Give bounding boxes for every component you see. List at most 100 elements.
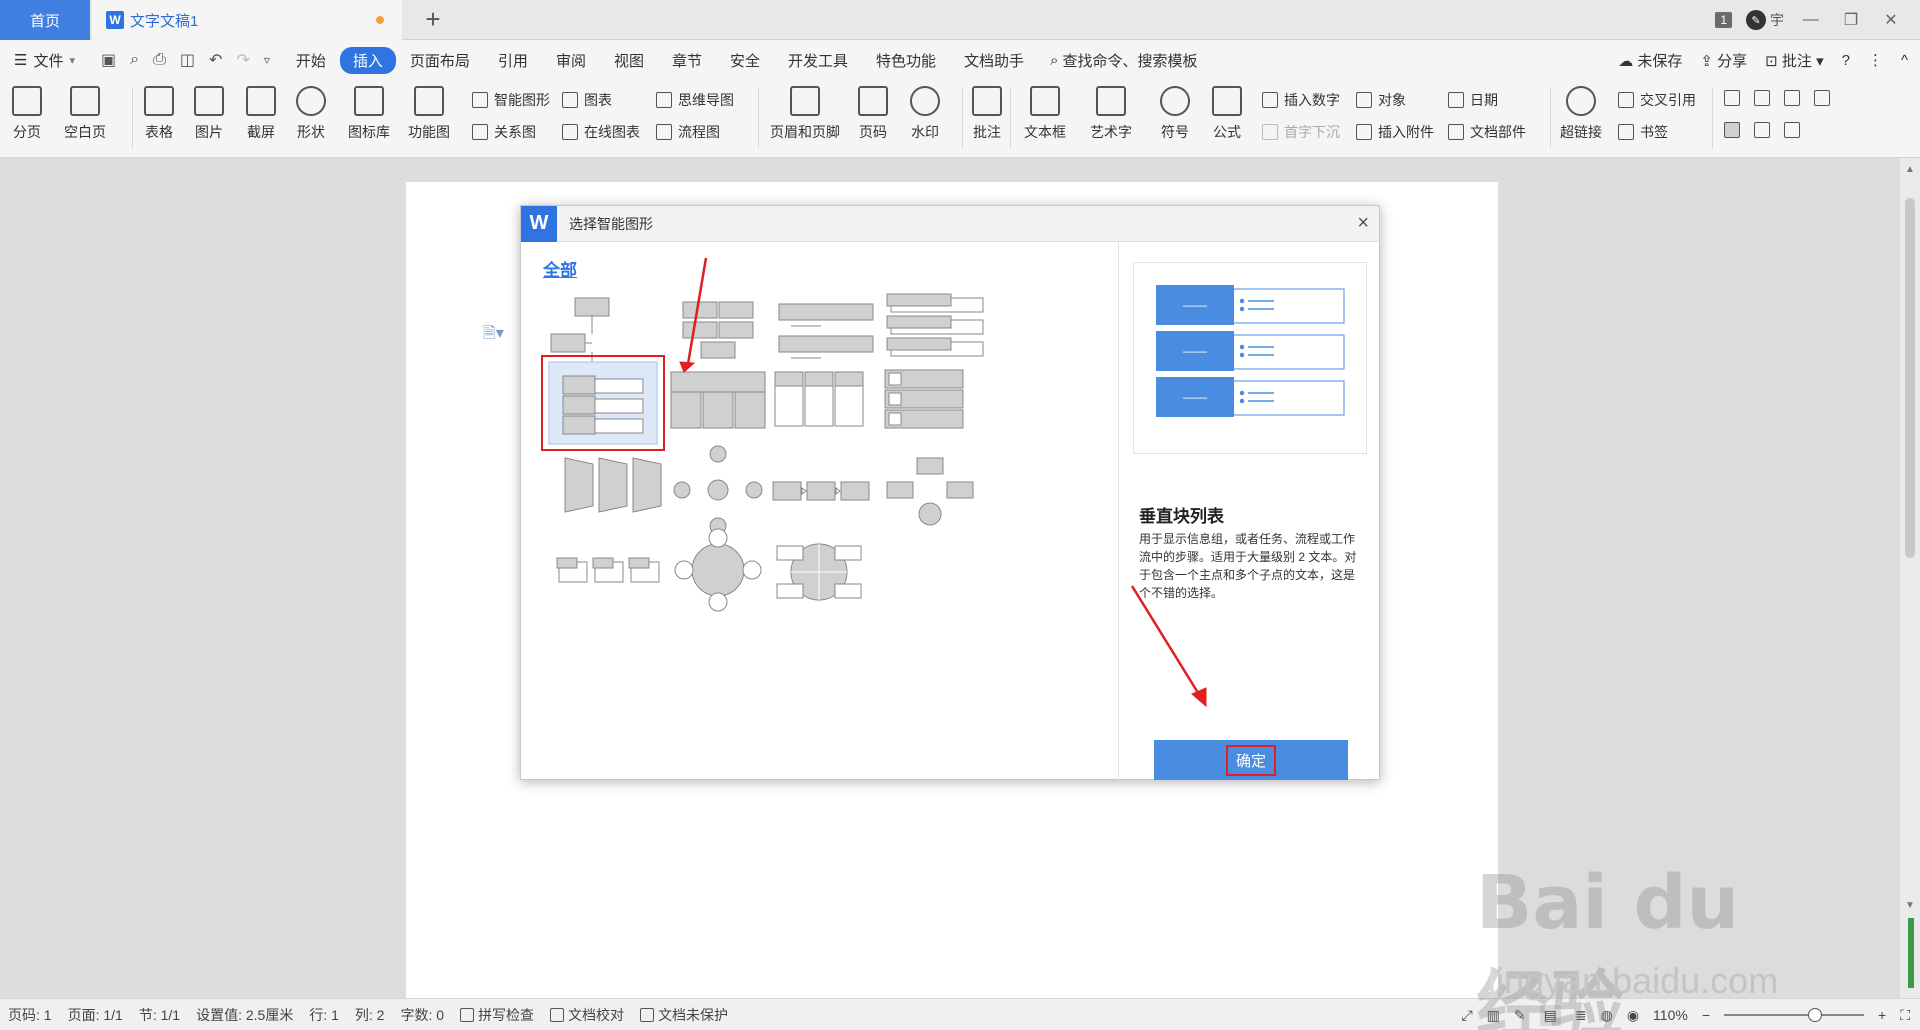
icon-library-button[interactable]: 图标库 [348, 86, 390, 142]
fullscreen-icon[interactable]: ⤢ [1461, 1007, 1472, 1024]
zoom-in-icon[interactable]: + [1878, 1007, 1886, 1023]
layout-process-arrows[interactable] [772, 481, 870, 501]
user-account[interactable]: ✎ 宇 [1746, 10, 1784, 30]
extra-icon-7[interactable] [1784, 122, 1800, 138]
help-icon[interactable]: ? [1842, 52, 1850, 69]
layout-list-bars[interactable] [778, 303, 874, 359]
layout-segmented-circle[interactable] [776, 543, 862, 601]
extra-icon-3[interactable] [1784, 90, 1800, 106]
symbol-button[interactable]: 符号 [1160, 86, 1190, 142]
blank-page-button[interactable]: 空白页 [64, 86, 106, 142]
flowchart-button[interactable]: 流程图 [656, 122, 720, 142]
tab-document[interactable]: W 文字文稿1 [92, 0, 402, 40]
scroll-up-icon[interactable]: ▲ [1905, 164, 1915, 175]
tab-home[interactable]: 首页 [0, 0, 90, 40]
window-count-badge[interactable]: 1 [1715, 12, 1732, 28]
formula-button[interactable]: 公式 [1212, 86, 1242, 142]
shape-button[interactable]: 形状 [296, 86, 326, 142]
comment-menu-button[interactable]: ⊡ 批注 ▾ [1765, 50, 1823, 71]
close-icon[interactable]: × [1357, 212, 1369, 234]
layout-radial-cross[interactable] [673, 445, 763, 535]
online-chart-button[interactable]: 在线图表 [562, 122, 640, 142]
bookmark-button[interactable]: 书签 [1618, 122, 1668, 142]
menu-security[interactable]: 安全 [716, 46, 774, 75]
more-icon[interactable]: ▿ [264, 53, 270, 67]
menu-doc-assistant[interactable]: 文档助手 [950, 46, 1038, 75]
layout-table-hierarchy[interactable] [670, 371, 766, 429]
proofread-button[interactable]: 文档校对 [542, 1005, 632, 1025]
category-all-link[interactable]: 全部 [543, 256, 577, 281]
layout-step-process[interactable] [556, 557, 660, 583]
print-preview-icon[interactable]: ◫ [180, 50, 195, 70]
share-button[interactable]: ⇪ 分享 [1700, 50, 1747, 71]
status-section[interactable]: 节: 1/1 [131, 1005, 188, 1025]
date-button[interactable]: 日期 [1448, 90, 1498, 110]
attachment-button[interactable]: 插入附件 [1356, 122, 1434, 142]
menu-view[interactable]: 视图 [600, 46, 658, 75]
redo-icon[interactable]: ↷ [236, 50, 249, 70]
layout-grid-blocks[interactable] [682, 301, 754, 359]
menu-references[interactable]: 引用 [484, 46, 542, 75]
watermark-button[interactable]: 水印 [910, 86, 940, 142]
layout-trapezoid-list[interactable] [564, 457, 662, 513]
scroll-down-icon[interactable]: ▼ [1905, 900, 1915, 911]
vertical-scrollbar[interactable]: ▲ ▼ [1900, 158, 1920, 998]
status-page-code[interactable]: 页码: 1 [0, 1005, 60, 1025]
mind-map-button[interactable]: 思维导图 [656, 90, 734, 110]
protect-button[interactable]: 文档未保护 [632, 1005, 736, 1025]
save-icon[interactable]: ▣ [101, 50, 116, 70]
new-tab-button[interactable]: + [418, 4, 448, 35]
menu-start[interactable]: 开始 [282, 46, 340, 75]
chart-button[interactable]: 图表 [562, 90, 612, 110]
print-icon[interactable]: ⎙ [153, 51, 166, 69]
layout-converging[interactable] [886, 457, 974, 526]
status-row[interactable]: 行: 1 [301, 1005, 347, 1025]
restore-icon[interactable]: ❐ [1838, 10, 1864, 30]
comment-button[interactable]: 批注 [972, 86, 1002, 142]
document-options-icon[interactable]: 🗎▾ [483, 322, 504, 349]
layout-vertical-block-list[interactable] [541, 355, 665, 451]
relation-chart-button[interactable]: 关系图 [472, 122, 536, 142]
ok-button[interactable]: 确定 [1154, 740, 1348, 780]
header-footer-button[interactable]: 页眉和页脚 [770, 86, 840, 142]
menu-developer[interactable]: 开发工具 [774, 46, 862, 75]
layout-picture-list[interactable] [884, 369, 964, 429]
menu-features[interactable]: 特色功能 [862, 46, 950, 75]
status-setting[interactable]: 设置值: 2.5厘米 [188, 1005, 301, 1025]
menu-chapter[interactable]: 章节 [658, 46, 716, 75]
status-words[interactable]: 字数: 0 [392, 1005, 452, 1025]
menu-review[interactable]: 审阅 [542, 46, 600, 75]
layout-column-list[interactable] [774, 371, 864, 427]
undo-icon[interactable]: ↶ [209, 50, 222, 70]
unsaved-button[interactable]: ☁ 未保存 [1618, 50, 1682, 71]
collapse-ribbon-icon[interactable]: ^ [1901, 52, 1908, 69]
minimize-icon[interactable]: — [1798, 11, 1824, 29]
menu-page-layout[interactable]: 页面布局 [396, 46, 484, 75]
extra-icon-4[interactable] [1814, 90, 1830, 106]
page-break-button[interactable]: 分页 [12, 86, 42, 142]
extra-icon-1[interactable] [1724, 90, 1740, 106]
smart-art-button[interactable]: 智能图形 [472, 90, 550, 110]
file-menu[interactable]: ☰ 文件 ▾ [0, 50, 89, 71]
function-chart-button[interactable]: 功能图 [408, 86, 450, 142]
insert-number-button[interactable]: 插入数字 [1262, 90, 1340, 110]
status-col[interactable]: 列: 2 [347, 1005, 393, 1025]
doc-parts-button[interactable]: 文档部件 [1448, 122, 1526, 142]
table-button[interactable]: 表格 [144, 86, 174, 142]
format-painter-icon[interactable]: ⌕ [130, 51, 139, 69]
textbox-button[interactable]: 文本框 [1024, 86, 1066, 142]
object-button[interactable]: 对象 [1356, 90, 1406, 110]
wordart-button[interactable]: 艺术字 [1090, 86, 1132, 142]
extra-icon-5[interactable] [1724, 122, 1740, 138]
extra-icon-2[interactable] [1754, 90, 1770, 106]
spell-check-button[interactable]: 拼写检查 [452, 1005, 542, 1025]
hyperlink-button[interactable]: 超链接 [1560, 86, 1602, 142]
layout-stacked-tabs[interactable] [886, 293, 984, 357]
layout-circle-cycle[interactable] [674, 528, 762, 612]
menu-insert[interactable]: 插入 [339, 46, 396, 74]
close-window-icon[interactable]: ✕ [1878, 10, 1904, 30]
extra-icon-6[interactable] [1754, 122, 1770, 138]
status-page[interactable]: 页面: 1/1 [60, 1005, 131, 1025]
drop-cap-button[interactable]: 首字下沉 [1262, 122, 1340, 142]
fit-page-icon[interactable]: ⛶ [1900, 1007, 1910, 1024]
